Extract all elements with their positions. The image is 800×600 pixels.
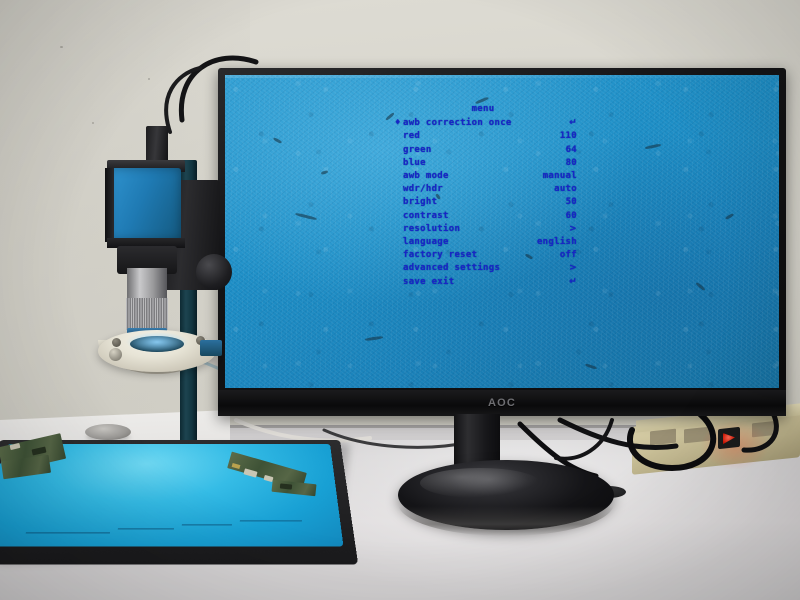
monitor-chin: AOC xyxy=(218,390,786,416)
osd-item-label: save exit xyxy=(403,276,455,287)
osd-title: menu xyxy=(471,104,495,114)
camera-side-panel xyxy=(105,168,114,242)
osd-item-wdr-hdr[interactable]: wdr/hdr auto xyxy=(395,183,577,196)
osd-item-label: wdr/hdr xyxy=(403,184,444,195)
mat-groove xyxy=(117,528,174,530)
ring-light-connector xyxy=(200,340,222,356)
osd-item-label: awb correction once xyxy=(403,118,512,129)
photo-scene: menu ♦ awb correction once ↵ red 110 green 64 b… xyxy=(0,0,800,600)
osd-item-label: awb mode xyxy=(403,171,449,182)
mat-groove xyxy=(239,520,302,522)
osd-item-advanced-settings[interactable]: advanced settings > xyxy=(395,262,577,275)
osd-item-value: 50 xyxy=(565,197,577,208)
lens-barrel xyxy=(127,268,167,302)
osd-item-value: ↵ xyxy=(569,118,577,129)
osd-item-value: english xyxy=(536,237,577,248)
osd-item-red[interactable]: red 110 xyxy=(395,130,577,143)
osd-item-label: blue xyxy=(403,157,426,168)
osd-item-awb-mode[interactable]: awb mode manual xyxy=(395,170,577,183)
osd-item-value: > xyxy=(569,223,577,234)
osd-item-contrast[interactable]: contrast 60 xyxy=(395,210,577,223)
lens-focus-grip[interactable] xyxy=(126,298,168,330)
microscope-focus-knob[interactable] xyxy=(196,254,232,290)
osd-item-bright[interactable]: bright 50 xyxy=(395,196,577,209)
osd-item-list: ♦ awb correction once ↵ red 110 green 64 blue 80… xyxy=(395,117,577,289)
osd-item-value: 80 xyxy=(565,157,577,168)
osd-item-save-exit[interactable]: save exit ↵ xyxy=(395,276,577,289)
osd-item-value: manual xyxy=(542,171,577,182)
monitor-screen: menu ♦ awb correction once ↵ red 110 green 64 b… xyxy=(225,75,779,388)
osd-item-resolution[interactable]: resolution > xyxy=(395,223,577,236)
osd-item-label: red xyxy=(403,131,421,142)
osd-item-label: language xyxy=(403,237,449,248)
osd-item-value: auto xyxy=(554,184,577,195)
video-cable-connector xyxy=(146,126,168,164)
osd-item-label: contrast xyxy=(403,210,449,221)
monitor-brand-logo: AOC xyxy=(487,397,517,409)
osd-item-green[interactable]: green 64 xyxy=(395,144,577,157)
ring-light-screw xyxy=(112,338,121,347)
osd-item-label: resolution xyxy=(403,223,461,234)
osd-item-label: advanced settings xyxy=(403,263,501,274)
mat-groove xyxy=(181,524,232,526)
osd-item-label: factory reset xyxy=(403,250,478,261)
osd-item-awb-correction-once[interactable]: ♦ awb correction once ↵ xyxy=(395,117,577,130)
osd-cursor-icon: ♦ xyxy=(395,118,401,129)
monitor-stand-reflection xyxy=(420,468,540,498)
osd-item-value: > xyxy=(569,263,577,274)
osd-item-value: off xyxy=(559,250,577,261)
osd-item-blue[interactable]: blue 80 xyxy=(395,157,577,170)
mat-groove xyxy=(25,532,110,534)
osd-item-value: 60 xyxy=(565,210,577,221)
screen-top-highlight xyxy=(225,75,779,78)
osd-item-value: ↵ xyxy=(569,276,577,287)
osd-menu: menu ♦ awb correction once ↵ red 110 green 64 b… xyxy=(395,103,577,289)
osd-item-value: 64 xyxy=(565,144,577,155)
ring-light-knob[interactable] xyxy=(109,348,122,361)
camera-body xyxy=(109,168,181,240)
osd-item-language[interactable]: language english xyxy=(395,236,577,249)
osd-item-factory-reset[interactable]: factory reset off xyxy=(395,249,577,262)
monitor: menu ♦ awb correction once ↵ red 110 green 64 b… xyxy=(218,68,786,416)
ring-light-glow xyxy=(126,332,188,352)
osd-item-label: bright xyxy=(403,197,438,208)
osd-item-value: 110 xyxy=(559,131,577,142)
osd-item-label: green xyxy=(403,144,432,155)
